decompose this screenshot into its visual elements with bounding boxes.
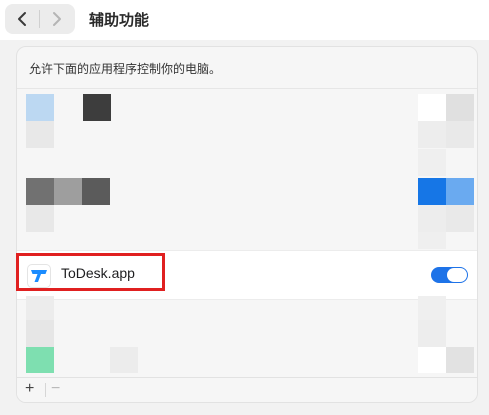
redacted-toggle xyxy=(446,94,474,121)
forward-button[interactable] xyxy=(40,4,74,34)
page-title: 辅助功能 xyxy=(89,12,150,29)
redacted-app-icon xyxy=(54,178,82,205)
panel-description: 允许下面的应用程序控制你的电脑。 xyxy=(29,62,222,76)
redacted-row xyxy=(418,296,446,320)
redacted-app-icon xyxy=(26,178,54,205)
redacted-row xyxy=(418,149,446,176)
redacted-toggle xyxy=(418,178,446,205)
redacted-app-icon xyxy=(26,347,54,373)
redacted-row xyxy=(26,296,54,320)
divider xyxy=(17,88,477,89)
redacted-row xyxy=(418,320,446,347)
redacted-row xyxy=(26,320,54,347)
redacted-row xyxy=(26,121,54,148)
toolbar: 辅助功能 xyxy=(0,0,489,40)
app-access-toggle[interactable] xyxy=(431,267,468,283)
redacted-row xyxy=(418,232,446,249)
add-button[interactable]: + xyxy=(25,380,34,398)
redacted-app-icon xyxy=(26,94,54,121)
redacted-toggle xyxy=(418,94,446,121)
redacted-row xyxy=(26,205,54,232)
accessibility-panel: 允许下面的应用程序控制你的电脑。 ToDesk.app + − xyxy=(16,46,478,403)
panel-footer: + − xyxy=(17,377,477,402)
redacted-app-icon xyxy=(82,178,110,205)
redacted-row xyxy=(446,121,474,148)
chevron-right-icon xyxy=(53,12,61,26)
highlight-annotation xyxy=(16,253,165,291)
chevron-left-icon xyxy=(18,12,26,26)
redacted-row xyxy=(110,347,138,373)
redacted-row xyxy=(418,205,446,232)
redacted-toggle xyxy=(418,347,446,373)
toggle-knob xyxy=(447,268,467,282)
footer-divider xyxy=(45,383,46,397)
redacted-toggle xyxy=(446,347,474,373)
redacted-row xyxy=(446,205,474,232)
remove-button[interactable]: − xyxy=(51,380,60,398)
redacted-row xyxy=(418,121,446,148)
navigation-group xyxy=(5,4,75,34)
redacted-app-icon xyxy=(83,94,111,121)
redacted-toggle xyxy=(446,178,474,205)
back-button[interactable] xyxy=(5,4,39,34)
